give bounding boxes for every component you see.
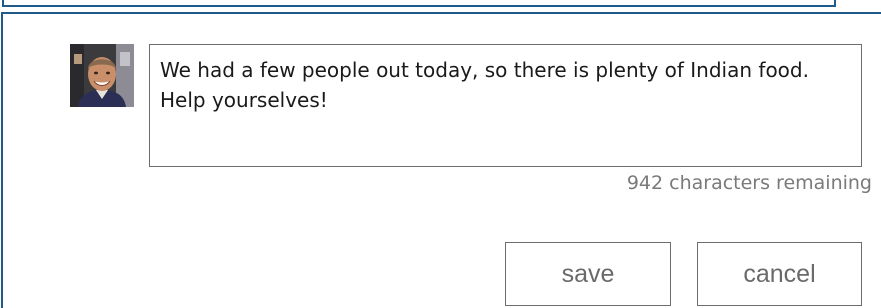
cancel-button[interactable]: cancel [697,242,862,306]
comment-editor-screen: We had a few people out today, so there … [0,0,881,308]
characters-remaining-counter: 942 characters remaining [626,172,872,194]
avatar-photo-icon [70,44,134,107]
previous-panel-border [2,0,836,7]
comment-textarea[interactable]: We had a few people out today, so there … [149,44,862,167]
save-button[interactable]: save [505,242,671,306]
user-avatar [70,44,134,107]
